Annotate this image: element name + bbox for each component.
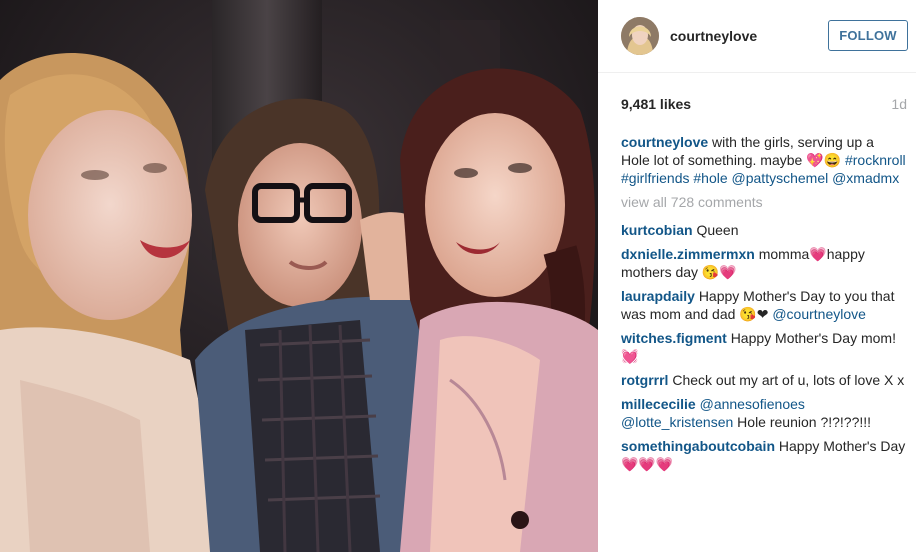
- avatar-image: [621, 17, 659, 55]
- comment-username[interactable]: rotgrrrl: [621, 372, 668, 388]
- avatar[interactable]: [621, 17, 659, 55]
- list-item: witches.figment Happy Mother's Day mom!💓: [621, 329, 906, 365]
- caption: courtneylove with the girls, serving up …: [621, 133, 906, 187]
- list-item: millececilie @annesofienoes @lotte_krist…: [621, 395, 906, 431]
- post-photo[interactable]: [0, 0, 598, 552]
- comment-text: Queen: [696, 222, 739, 238]
- likes-count[interactable]: 9,481 likes: [621, 96, 691, 112]
- comment-text: Check out my art of u, lots of love X x: [672, 372, 905, 388]
- post-age[interactable]: 1d: [891, 96, 907, 112]
- comment-username[interactable]: witches.figment: [621, 330, 727, 346]
- comment-mention[interactable]: @courtneylove: [772, 306, 866, 322]
- comments-list: courtneylove with the girls, serving up …: [621, 133, 906, 479]
- list-item: laurapdaily Happy Mother's Day to you th…: [621, 287, 906, 323]
- caption-mentions[interactable]: @pattyschemel @xmadmx: [732, 170, 900, 186]
- username-link[interactable]: courtneylove: [670, 28, 757, 44]
- comment-username[interactable]: laurapdaily: [621, 288, 695, 304]
- comment-text: Hole reunion ?!?!??!!!: [737, 414, 872, 430]
- post-sidebar: courtneylove FOLLOW 9,481 likes 1d court…: [598, 0, 916, 552]
- photo-illustration: [0, 0, 598, 552]
- follow-button[interactable]: FOLLOW: [828, 20, 908, 51]
- list-item: dxnielle.zimmermxn momma💗happy mothers d…: [621, 245, 906, 281]
- caption-username[interactable]: courtneylove: [621, 134, 708, 150]
- comment-username[interactable]: dxnielle.zimmermxn: [621, 246, 755, 262]
- comment-username[interactable]: kurtcobian: [621, 222, 693, 238]
- comment-username[interactable]: millececilie: [621, 396, 696, 412]
- list-item: rotgrrrl Check out my art of u, lots of …: [621, 371, 906, 389]
- list-item: somethingaboutcobain Happy Mother's Day …: [621, 437, 906, 473]
- comment-username[interactable]: somethingaboutcobain: [621, 438, 775, 454]
- post-header: courtneylove FOLLOW: [598, 0, 916, 73]
- list-item: kurtcobian Queen: [621, 221, 906, 239]
- view-all-comments-link[interactable]: view all 728 comments: [621, 193, 906, 211]
